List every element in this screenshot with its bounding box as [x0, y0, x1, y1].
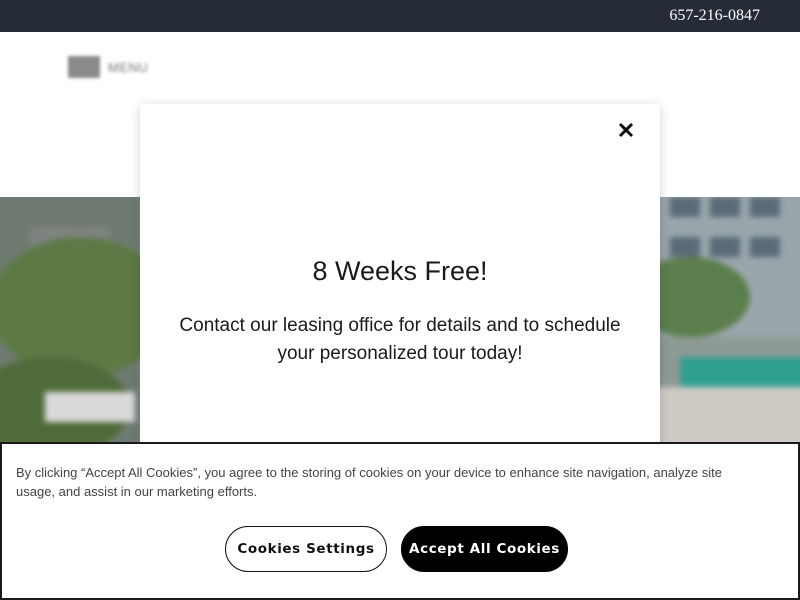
menu-label: MENU [108, 59, 149, 75]
menu-button[interactable]: MENU [68, 56, 148, 78]
top-bar: 657-216-0847 [0, 0, 800, 32]
modal-body: Contact our leasing office for details a… [179, 315, 621, 364]
phone-number-link[interactable]: 657-216-0847 [669, 7, 760, 25]
close-button[interactable] [614, 118, 638, 142]
hamburger-icon [68, 56, 100, 78]
promo-modal: 8 Weeks Free! Contact our leasing office… [140, 104, 660, 464]
cookie-text: By clicking “Accept All Cookies”, you ag… [16, 465, 722, 499]
cookie-banner: By clicking “Accept All Cookies”, you ag… [0, 442, 800, 600]
modal-title: 8 Weeks Free! [312, 256, 488, 286]
accept-all-cookies-button[interactable]: Accept All Cookies [401, 526, 568, 572]
close-icon [618, 122, 634, 138]
cookies-settings-button[interactable]: Cookies Settings [225, 526, 387, 572]
